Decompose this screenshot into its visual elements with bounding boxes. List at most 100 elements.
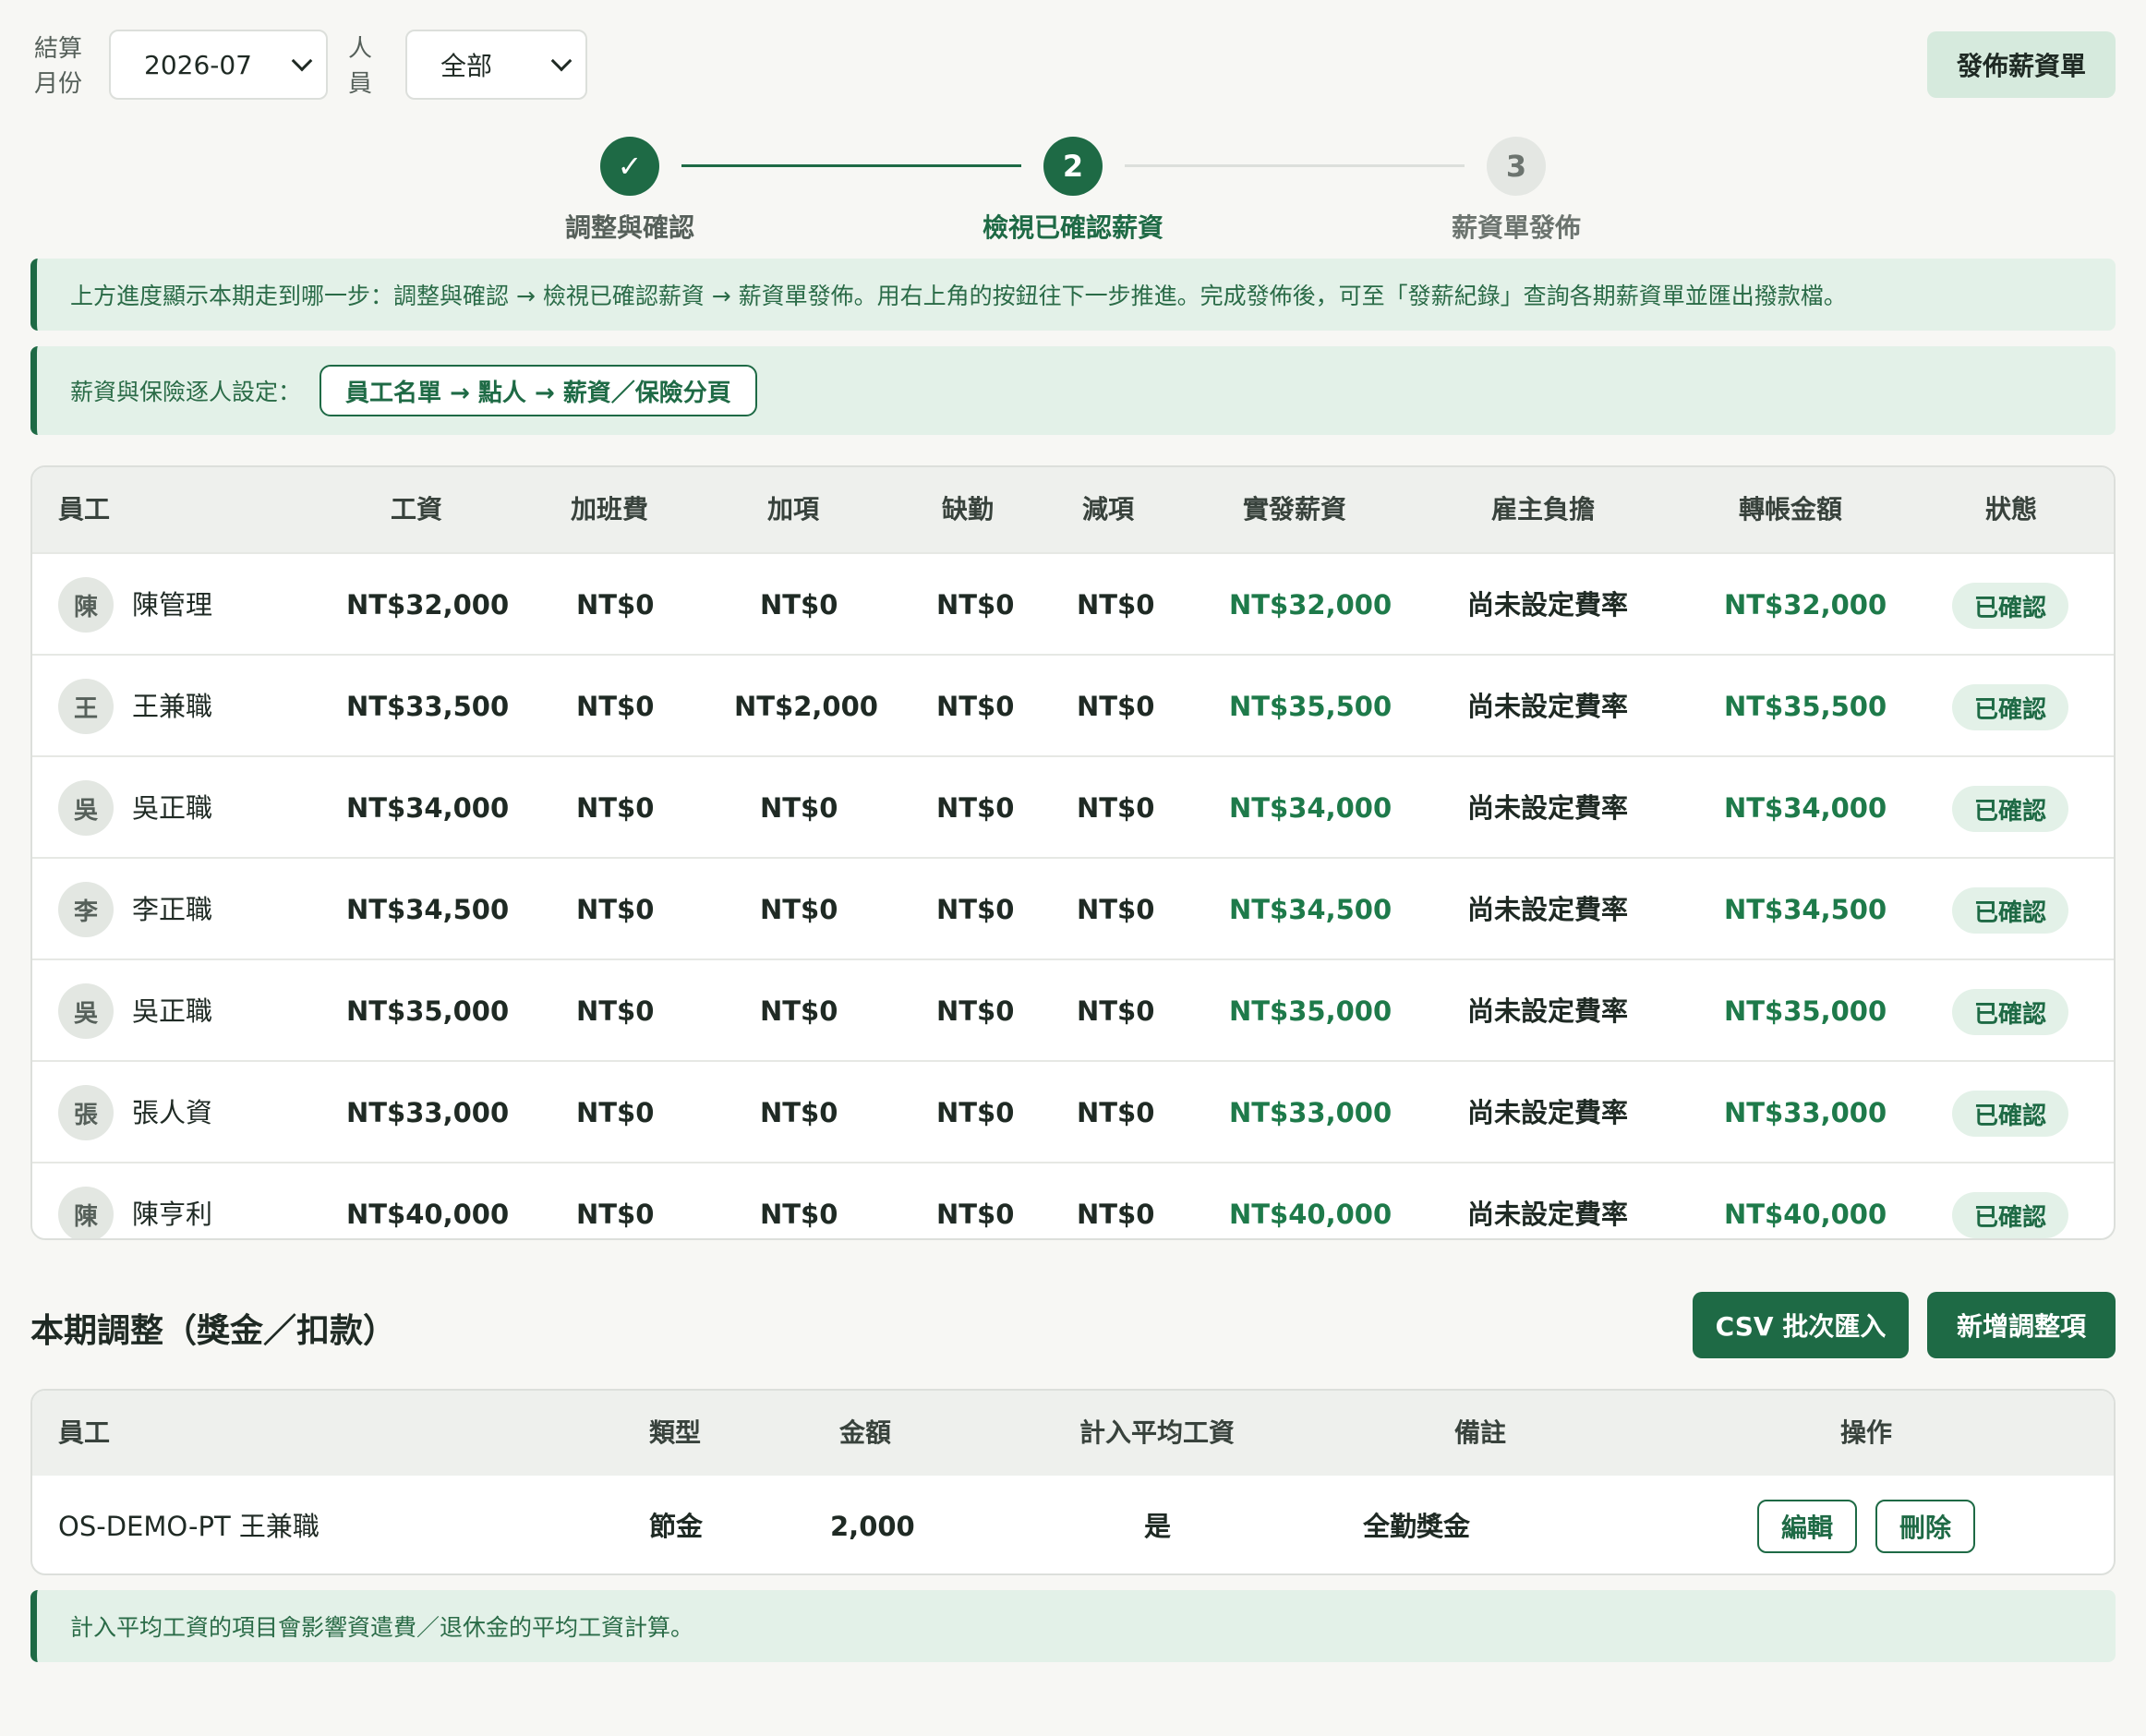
- wage-value: NT$33,000: [346, 1097, 510, 1128]
- table-row[interactable]: 吳 吳正職 NT$34,000 NT$0 NT$0 NT$0 NT$0 NT$3…: [32, 755, 2114, 857]
- col-transfer: 轉帳金額: [1739, 494, 1843, 524]
- wage-value: NT$33,500: [346, 691, 510, 722]
- absence-value: NT$0: [936, 792, 1015, 824]
- step-3-circle: 3: [1487, 137, 1546, 196]
- additions-value: NT$0: [760, 1199, 838, 1230]
- absence-value: NT$0: [936, 995, 1015, 1027]
- average-wage-info-banner: 計入平均工資的項目會影響資遣費／退休金的平均工資計算。: [30, 1590, 2116, 1662]
- average-wage-info-text: 計入平均工資的項目會影響資遣費／退休金的平均工資計算。: [70, 1614, 694, 1641]
- avatar: 張: [58, 1085, 114, 1140]
- delete-button[interactable]: 刪除: [1875, 1500, 1975, 1553]
- month-label: 結算月份: [33, 35, 82, 98]
- status-badge: 已確認: [1952, 1091, 2068, 1137]
- employee-name: 吳正職: [132, 792, 213, 824]
- additions-value: NT$0: [760, 995, 838, 1027]
- deductions-value: NT$0: [1077, 995, 1155, 1027]
- overtime-value: NT$0: [576, 691, 655, 722]
- employer-cost-value: 尚未設定費率: [1467, 691, 1629, 722]
- deductions-value: NT$0: [1077, 589, 1155, 621]
- wage-value: NT$40,000: [346, 1199, 510, 1230]
- adjustment-employee: OS-DEMO-PT 王兼職: [58, 1511, 319, 1542]
- settings-info-banner: 薪資與保險逐人設定： 員工名單 → 點人 → 薪資／保險分頁: [30, 346, 2116, 435]
- table-row[interactable]: 張 張人資 NT$33,000 NT$0 NT$0 NT$0 NT$0 NT$3…: [32, 1060, 2114, 1162]
- overtime-value: NT$0: [576, 1097, 655, 1128]
- step-connector-done: [681, 164, 1021, 167]
- edit-button[interactable]: 編輯: [1757, 1500, 1857, 1553]
- col-amount: 金額: [839, 1417, 892, 1448]
- employee-name: 張人資: [132, 1097, 213, 1128]
- table-row[interactable]: 王 王兼職 NT$33,500 NT$0 NT$2,000 NT$0 NT$0 …: [32, 654, 2114, 755]
- overtime-value: NT$0: [576, 792, 655, 824]
- employer-cost-value: 尚未設定費率: [1467, 894, 1629, 925]
- employer-cost-value: 尚未設定費率: [1467, 1199, 1629, 1230]
- csv-import-button[interactable]: CSV 批次匯入: [1693, 1292, 1909, 1358]
- table-row: OS-DEMO-PT 王兼職 節金 2,000 是 全勤獎金 編輯 刪除: [32, 1476, 2114, 1573]
- col-employer-cost: 雇主負擔: [1491, 494, 1596, 524]
- deductions-value: NT$0: [1077, 792, 1155, 824]
- settings-info-label: 薪資與保險逐人設定：: [70, 379, 302, 405]
- table-row[interactable]: 吳 吳正職 NT$35,000 NT$0 NT$0 NT$0 NT$0 NT$3…: [32, 958, 2114, 1060]
- step-1-label: 調整與確認: [564, 212, 694, 243]
- person-select[interactable]: 全部: [405, 30, 587, 100]
- add-adjustment-button[interactable]: 新增調整項: [1927, 1292, 2116, 1358]
- transfer-value: NT$32,000: [1724, 589, 1887, 621]
- col-in-average-wage: 計入平均工資: [1079, 1417, 1236, 1448]
- adjustments-title: 本期調整（獎金／扣款）: [30, 1312, 397, 1350]
- employee-name: 陳亨利: [132, 1199, 213, 1230]
- avatar: 李: [58, 882, 114, 937]
- month-select-value: 2026-07: [144, 49, 252, 80]
- col-absence: 缺勤: [942, 494, 995, 524]
- col-employee: 員工: [58, 1417, 111, 1448]
- employee-name: 吳正職: [132, 995, 213, 1027]
- avatar: 吳: [58, 780, 114, 836]
- additions-value: NT$2,000: [734, 691, 878, 722]
- absence-value: NT$0: [936, 1199, 1015, 1230]
- employee-settings-link[interactable]: 員工名單 → 點人 → 薪資／保險分頁: [319, 365, 757, 416]
- person-select-value: 全部: [440, 51, 493, 81]
- month-select[interactable]: 2026-07: [109, 30, 328, 100]
- deductions-value: NT$0: [1077, 1199, 1155, 1230]
- absence-value: NT$0: [936, 1097, 1015, 1128]
- col-type: 類型: [649, 1417, 702, 1448]
- deductions-value: NT$0: [1077, 1097, 1155, 1128]
- net-pay-value: NT$32,000: [1229, 589, 1392, 621]
- filter-bar: 結算月份 2026-07 人員 全部 發佈薪資單: [30, 30, 2116, 100]
- avatar: 王: [58, 679, 114, 734]
- additions-value: NT$0: [760, 894, 838, 925]
- adjustment-note: 全勤獎金: [1363, 1511, 1471, 1542]
- status-badge: 已確認: [1952, 989, 2068, 1035]
- chevron-down-icon: [291, 50, 313, 72]
- net-pay-value: NT$35,500: [1229, 691, 1392, 722]
- payroll-table-header: 員工 工資 加班費 加項 缺勤 減項 實發薪資 雇主負擔 轉帳金額 狀態: [32, 467, 2114, 552]
- adjustment-type: 節金: [649, 1511, 704, 1542]
- col-additions: 加項: [767, 494, 820, 524]
- employer-cost-value: 尚未設定費率: [1467, 792, 1629, 824]
- status-badge: 已確認: [1952, 684, 2068, 730]
- absence-value: NT$0: [936, 691, 1015, 722]
- wage-value: NT$34,500: [346, 894, 510, 925]
- table-row[interactable]: 陳 陳管理 NT$32,000 NT$0 NT$0 NT$0 NT$0 NT$3…: [32, 552, 2114, 654]
- step-connector-todo: [1125, 164, 1465, 167]
- adjustments-table-header: 員工 類型 金額 計入平均工資 備註 操作: [32, 1391, 2114, 1476]
- status-badge: 已確認: [1952, 887, 2068, 934]
- col-status: 狀態: [1985, 494, 2038, 524]
- net-pay-value: NT$35,000: [1229, 995, 1392, 1027]
- wage-value: NT$34,000: [346, 792, 510, 824]
- col-employee: 員工: [58, 494, 111, 524]
- progress-info-text: 上方進度顯示本期走到哪一步：調整與確認 → 檢視已確認薪資 → 薪資單發佈。用右…: [70, 283, 1847, 309]
- table-row[interactable]: 李 李正職 NT$34,500 NT$0 NT$0 NT$0 NT$0 NT$3…: [32, 857, 2114, 958]
- avatar: 陳: [58, 577, 114, 633]
- transfer-value: NT$34,500: [1724, 894, 1887, 925]
- publish-payslip-button[interactable]: 發佈薪資單: [1927, 31, 2116, 98]
- table-row[interactable]: 陳 陳亨利 NT$40,000 NT$0 NT$0 NT$0 NT$0 NT$4…: [32, 1162, 2114, 1238]
- step-2-label: 檢視已確認薪資: [982, 212, 1163, 243]
- step-2-circle: 2: [1043, 137, 1103, 196]
- employee-name: 李正職: [132, 894, 213, 925]
- deductions-value: NT$0: [1077, 691, 1155, 722]
- transfer-value: NT$35,000: [1724, 995, 1887, 1027]
- net-pay-value: NT$34,000: [1229, 792, 1392, 824]
- col-overtime: 加班費: [571, 494, 649, 524]
- step-3-label: 薪資單發佈: [1451, 212, 1581, 243]
- col-deductions: 減項: [1082, 494, 1135, 524]
- progress-info-banner: 上方進度顯示本期走到哪一步：調整與確認 → 檢視已確認薪資 → 薪資單發佈。用右…: [30, 259, 2116, 331]
